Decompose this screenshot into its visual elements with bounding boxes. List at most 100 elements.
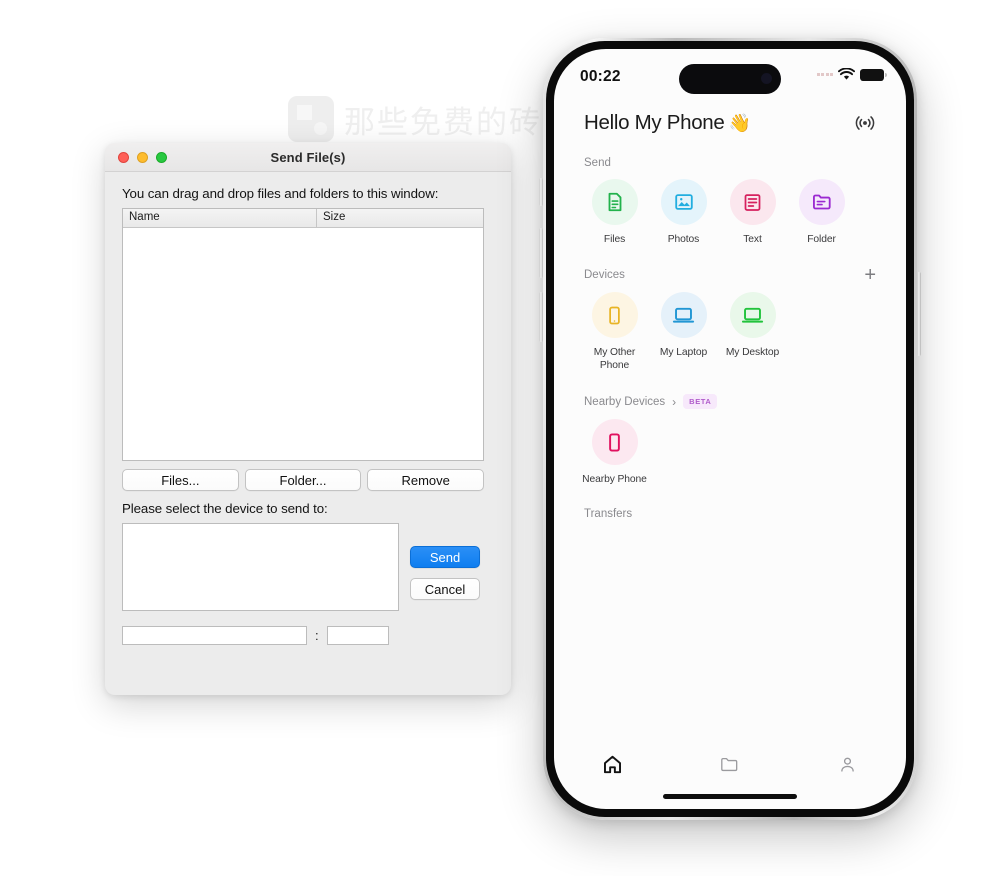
folder-button[interactable]: Folder... <box>244 469 362 491</box>
file-table-header: Name Size <box>123 209 483 228</box>
tile-folder-label: Folder <box>807 234 836 245</box>
front-camera-icon <box>761 73 772 84</box>
tile-folder-circle <box>798 179 845 225</box>
files-button[interactable]: Files... <box>122 469 239 491</box>
drag-drop-hint: You can drag and drop files and folders … <box>122 186 439 201</box>
broadcast-radar-icon[interactable] <box>854 112 876 134</box>
device-selection-area: Send Cancel <box>122 523 494 611</box>
person-icon <box>841 757 854 772</box>
tile-text-circle <box>729 179 776 225</box>
device-my-laptop-circle <box>660 292 707 338</box>
tile-text-label: Text <box>743 234 762 245</box>
section-header-nearby: Nearby Devices › BETA <box>554 394 906 409</box>
address-separator: : <box>315 628 319 643</box>
dialog-actions: Send Cancel <box>410 523 480 600</box>
power-button[interactable] <box>917 272 921 356</box>
device-nearby-phone-circle <box>591 419 638 465</box>
dynamic-island <box>679 64 781 94</box>
device-my-other-phone-circle <box>591 292 638 338</box>
watermark: 那些免费的砖 <box>288 96 542 142</box>
zoom-button[interactable] <box>156 152 167 163</box>
section-label-devices: Devices <box>584 269 625 281</box>
select-device-label: Please select the device to send to: <box>122 501 328 516</box>
send-tiles: Files Photos Text Folder <box>554 179 906 246</box>
bottom-tabbar <box>554 754 906 775</box>
close-button[interactable] <box>118 152 129 163</box>
beta-badge: BETA <box>683 394 718 409</box>
section-label-nearby: Nearby Devices <box>584 395 666 408</box>
status-bar: 00:22 <box>554 49 906 97</box>
smartphone-icon <box>609 306 620 324</box>
status-indicators <box>816 68 887 81</box>
tile-photos-circle <box>660 179 707 225</box>
window-titlebar[interactable]: Send File(s) <box>105 143 511 172</box>
iphone-bezel: 00:22 Hello My Phone 👋 Send Files Photos… <box>546 41 914 817</box>
send-files-window: Send File(s) You can drag and drop files… <box>105 143 511 695</box>
tile-files-label: Files <box>603 234 626 245</box>
device-my-desktop-circle <box>729 292 776 338</box>
home-indicator <box>663 794 797 799</box>
device-my-other-phone[interactable]: My Other Phone <box>580 292 649 372</box>
port-input[interactable] <box>326 626 389 645</box>
brick-logo-icon <box>288 96 334 142</box>
screenshot-stage: 那些免费的砖 Send File(s) You can drag and dro… <box>0 0 999 876</box>
tab-files[interactable] <box>671 754 788 775</box>
cancel-button[interactable]: Cancel <box>410 578 480 600</box>
file-actions-row: Files... Folder... Remove <box>122 469 485 491</box>
image-photo-icon <box>674 194 693 210</box>
iphone-screen: 00:22 Hello My Phone 👋 Send Files Photos… <box>554 49 906 809</box>
window-traffic-lights <box>118 152 167 163</box>
file-document-icon <box>608 192 621 212</box>
column-header-size[interactable]: Size <box>317 209 483 227</box>
tab-home[interactable] <box>554 754 671 775</box>
chevron-right-icon: › <box>672 394 677 409</box>
tile-photos-label: Photos <box>667 234 700 245</box>
status-time: 00:22 <box>580 68 621 85</box>
iphone-frame: 00:22 Hello My Phone 👋 Send Files Photos… <box>543 38 917 820</box>
column-header-name[interactable]: Name <box>123 209 317 227</box>
device-my-laptop-label: My Laptop <box>659 347 708 358</box>
app-header: Hello My Phone 👋 <box>554 97 906 135</box>
wifi-icon <box>838 68 855 80</box>
page-title-text: Hello My Phone <box>584 111 725 134</box>
device-my-other-phone-label: My Other Phone <box>593 347 636 371</box>
section-header-devices: Devices + <box>554 265 906 285</box>
file-table[interactable]: Name Size <box>122 208 484 461</box>
devices-tiles: My Other Phone My Laptop My Desktop <box>554 292 906 372</box>
device-my-desktop-label: My Desktop <box>725 347 780 358</box>
tile-files[interactable]: Files <box>580 179 649 246</box>
signal-dots-icon <box>816 73 833 76</box>
smartphone-icon <box>609 432 620 452</box>
device-list[interactable] <box>122 523 399 611</box>
tile-folder[interactable]: Folder <box>787 179 856 246</box>
minimize-button[interactable] <box>137 152 148 163</box>
wave-emoji-icon: 👋 <box>728 113 751 133</box>
file-table-body[interactable] <box>123 228 483 460</box>
device-my-desktop[interactable]: My Desktop <box>718 292 787 372</box>
battery-full-icon <box>860 68 887 81</box>
home-icon <box>604 755 622 774</box>
tab-profile[interactable] <box>789 754 906 775</box>
folder-icon <box>721 757 738 772</box>
plus-icon[interactable]: + <box>864 265 876 285</box>
tile-photos[interactable]: Photos <box>649 179 718 246</box>
laptop-icon <box>672 307 695 323</box>
section-label-send: Send <box>584 157 611 169</box>
tile-text[interactable]: Text <box>718 179 787 246</box>
device-nearby-phone[interactable]: Nearby Phone <box>580 419 649 486</box>
text-lines-icon <box>744 193 761 211</box>
device-my-laptop[interactable]: My Laptop <box>649 292 718 372</box>
device-nearby-phone-label: Nearby Phone <box>582 474 647 485</box>
desktop-icon <box>741 307 764 323</box>
folder-icon <box>812 194 831 210</box>
nearby-devices-link[interactable]: Nearby Devices › BETA <box>584 394 718 409</box>
window-body: You can drag and drop files and folders … <box>105 172 511 655</box>
host-input[interactable] <box>122 626 307 645</box>
nearby-tiles: Nearby Phone <box>554 419 906 486</box>
tile-files-circle <box>591 179 638 225</box>
send-button[interactable]: Send <box>410 546 480 568</box>
watermark-text: 那些免费的砖 <box>344 104 542 141</box>
remove-button[interactable]: Remove <box>367 469 485 491</box>
address-row: : <box>122 626 494 645</box>
section-label-transfers: Transfers <box>584 508 633 520</box>
